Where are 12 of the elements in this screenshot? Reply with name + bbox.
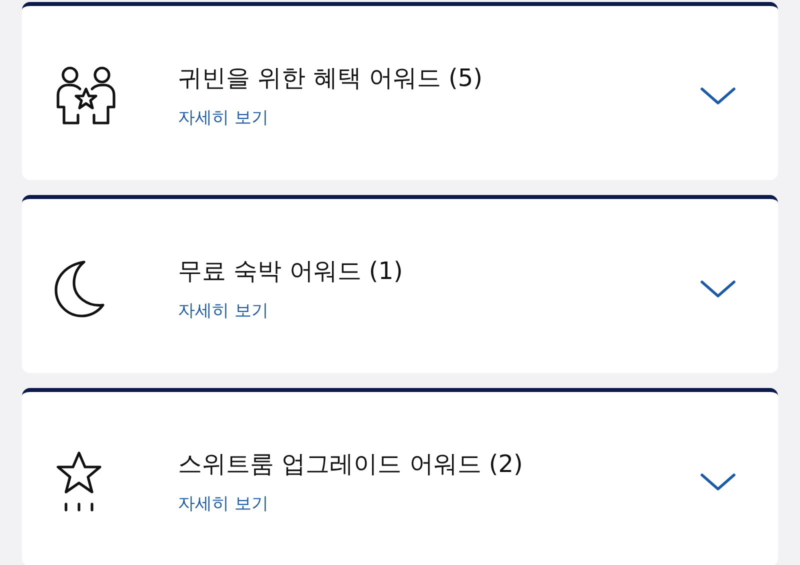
award-title: 스위트룸 업그레이드 어워드 (2) bbox=[178, 449, 524, 479]
details-link[interactable]: 자세히 보기 bbox=[178, 493, 268, 515]
award-title: 무료 숙박 어워드 (1) bbox=[178, 256, 404, 286]
chevron-icon bbox=[700, 472, 736, 492]
star-icon bbox=[54, 450, 104, 514]
people-star-icon bbox=[54, 65, 118, 127]
chevron-icon bbox=[700, 86, 736, 106]
award-title: 귀빈을 위한 혜택 어워드 (5) bbox=[178, 63, 484, 93]
moon-icon bbox=[54, 259, 106, 319]
details-link[interactable]: 자세히 보기 bbox=[178, 300, 268, 322]
chevron-icon bbox=[700, 279, 736, 299]
details-link[interactable]: 자세히 보기 bbox=[178, 107, 268, 129]
